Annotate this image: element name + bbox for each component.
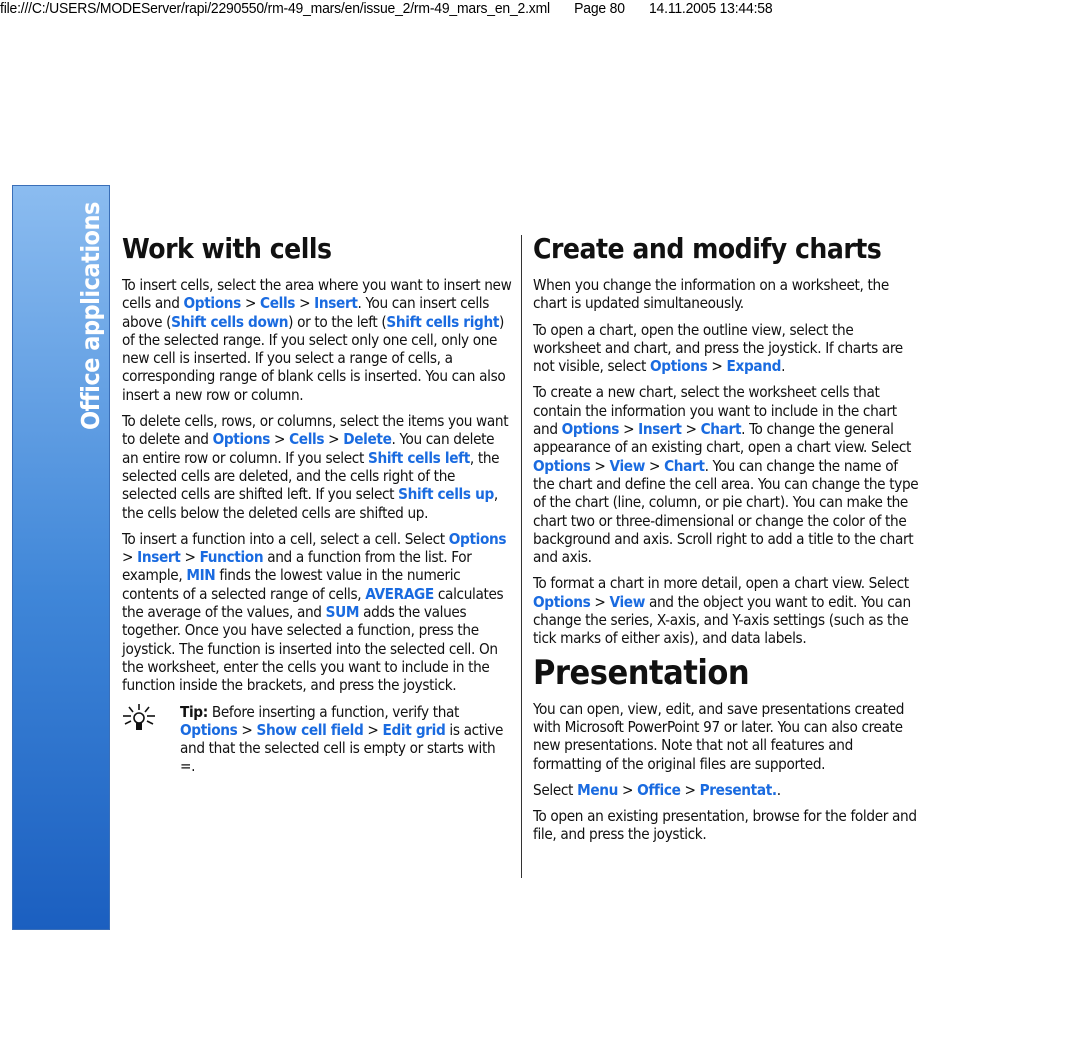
- text: To open an existing presentation, browse…: [533, 807, 917, 844]
- text: >: [270, 430, 290, 449]
- text: ) or to the left (: [288, 312, 387, 331]
- menu-path-link[interactable]: Delete: [343, 430, 392, 448]
- page-number: 80: [81, 1035, 106, 1059]
- menu-path-link[interactable]: Menu: [577, 781, 618, 799]
- menu-path-link[interactable]: Expand: [727, 357, 782, 375]
- menu-path-link[interactable]: Shift cells up: [398, 485, 494, 503]
- menu-path-link[interactable]: Shift cells left: [368, 449, 470, 467]
- text: >: [707, 357, 727, 376]
- text: >: [619, 420, 639, 439]
- menu-path-link[interactable]: Options: [650, 357, 708, 375]
- paragraph: To open an existing presentation, browse…: [533, 807, 923, 844]
- section-title: Office applications: [76, 202, 105, 430]
- menu-path-link[interactable]: Options: [449, 530, 507, 548]
- text: >: [618, 780, 638, 799]
- menu-path-link[interactable]: Options: [213, 430, 271, 448]
- text: >: [240, 294, 261, 313]
- text: >: [590, 456, 610, 475]
- paragraph: To open a chart, open the outline view, …: [533, 321, 923, 376]
- menu-path-link[interactable]: SUM: [326, 603, 360, 621]
- text: Select: [533, 780, 578, 799]
- paragraph: Select Menu > Office > Presentat..: [533, 781, 923, 799]
- paragraph: To insert a function into a cell, select…: [122, 530, 512, 695]
- text: >: [644, 456, 665, 475]
- text: >: [122, 548, 138, 567]
- menu-path-link[interactable]: Shift cells down: [171, 313, 288, 331]
- menu-path-link[interactable]: Chart: [701, 420, 742, 438]
- menu-path-link[interactable]: Presentat.: [700, 781, 777, 799]
- menu-path-link[interactable]: Cells: [260, 294, 295, 312]
- paragraph: To delete cells, rows, or columns, selec…: [122, 412, 512, 522]
- text: .: [781, 357, 786, 376]
- menu-path-link[interactable]: Chart: [664, 457, 705, 475]
- tip-box: Tip: Before inserting a function, verify…: [122, 703, 512, 776]
- page-label: Page 80: [574, 0, 625, 17]
- paragraph: To insert cells, select the area where y…: [122, 276, 512, 404]
- menu-path-link[interactable]: Insert: [137, 548, 181, 566]
- text: >: [180, 548, 200, 567]
- text: To format a chart in more detail, open a…: [533, 574, 909, 593]
- menu-path-link[interactable]: View: [610, 593, 646, 611]
- text: >: [590, 592, 610, 611]
- paragraph: To format a chart in more detail, open a…: [533, 574, 923, 647]
- menu-path-link[interactable]: Shift cells right: [386, 313, 499, 331]
- menu-path-link[interactable]: Show cell field: [257, 721, 364, 739]
- menu-path-link[interactable]: Insert: [314, 294, 358, 312]
- lightbulb-icon: [122, 703, 180, 776]
- menu-path-link[interactable]: Insert: [638, 420, 682, 438]
- section-heading: Presentation: [533, 652, 750, 693]
- left-column: Work with cells To insert cells, select t…: [122, 232, 512, 776]
- menu-path-link[interactable]: Options: [533, 593, 591, 611]
- menu-path-link[interactable]: Edit grid: [383, 721, 446, 739]
- timestamp: 14.11.2005 13:44:58: [648, 0, 773, 17]
- menu-path-link[interactable]: Options: [184, 294, 242, 312]
- text: Before inserting a function, verify that: [207, 702, 460, 721]
- text: >: [237, 720, 257, 739]
- section-heading: Create and modify charts: [533, 232, 882, 265]
- menu-path-link[interactable]: Options: [562, 420, 620, 438]
- text: When you change the information on a wor…: [533, 276, 889, 313]
- paragraph: When you change the information on a wor…: [533, 276, 923, 313]
- text: >: [295, 294, 315, 313]
- file-path: file:///C:/USERS/MODEServer/rapi/2290550…: [0, 0, 550, 17]
- right-column: Create and modify charts When you change …: [533, 232, 923, 852]
- section-heading: Work with cells: [122, 232, 332, 265]
- menu-path-link[interactable]: View: [610, 457, 646, 475]
- text: >: [324, 430, 344, 449]
- menu-path-link[interactable]: Office: [637, 781, 681, 799]
- text: >: [363, 720, 383, 739]
- menu-path-link[interactable]: AVERAGE: [365, 585, 434, 603]
- text: To insert a function into a cell, select…: [122, 529, 449, 548]
- text: .: [776, 780, 781, 799]
- paragraph: To create a new chart, select the worksh…: [533, 383, 923, 566]
- menu-path-link[interactable]: Options: [180, 721, 238, 739]
- paragraph: You can open, view, edit, and save prese…: [533, 700, 923, 773]
- menu-path-link[interactable]: Options: [533, 457, 591, 475]
- column-divider: [521, 235, 522, 878]
- tip-label: Tip:: [180, 702, 208, 721]
- file-header: file:///C:/USERS/MODEServer/rapi/2290550…: [0, 0, 990, 20]
- menu-path-link[interactable]: Cells: [289, 430, 324, 448]
- paragraph: Tip: Before inserting a function, verify…: [180, 703, 512, 776]
- text: >: [680, 780, 700, 799]
- text: >: [681, 420, 701, 439]
- menu-path-link[interactable]: MIN: [186, 566, 215, 584]
- menu-path-link[interactable]: Function: [200, 548, 264, 566]
- text: You can open, view, edit, and save prese…: [533, 699, 905, 773]
